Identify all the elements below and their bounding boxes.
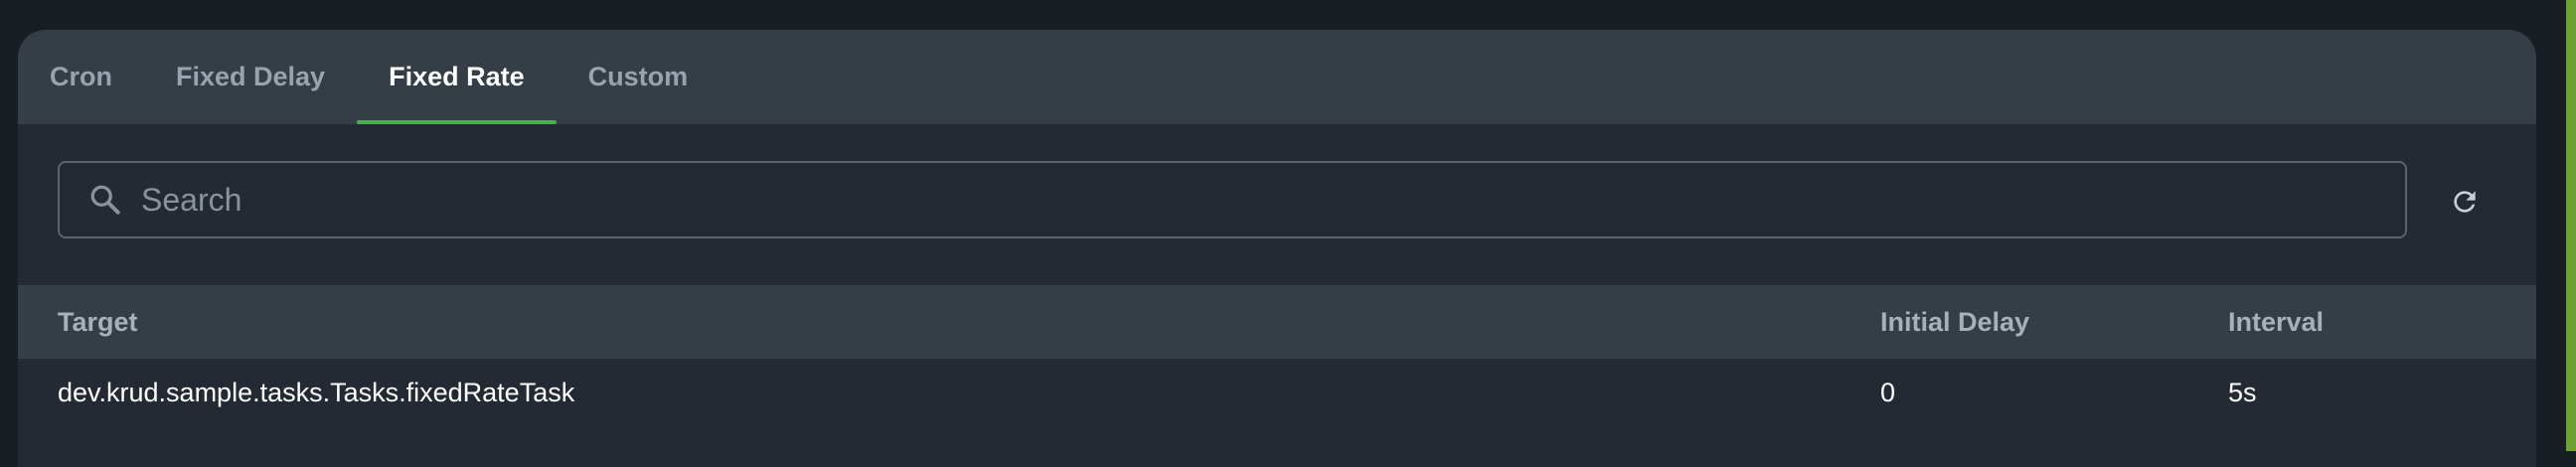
refresh-button[interactable] xyxy=(2441,178,2489,226)
column-header-interval[interactable]: Interval xyxy=(2228,285,2324,359)
refresh-icon xyxy=(2454,191,2476,213)
tab-fixed-rate[interactable]: Fixed Rate xyxy=(357,30,557,124)
column-header-initial-delay[interactable]: Initial Delay xyxy=(1880,285,2029,359)
target-cell: dev.krud.sample.tasks.Tasks.fixedRateTas… xyxy=(58,377,575,407)
tab-bar: Cron Fixed Delay Fixed Rate Custom xyxy=(18,30,2536,124)
tab-cron[interactable]: Cron xyxy=(50,30,112,124)
search-icon xyxy=(90,185,120,215)
tab-fixed-delay[interactable]: Fixed Delay xyxy=(176,30,325,124)
interval-cell: 5s xyxy=(2228,377,2257,407)
tab-custom[interactable]: Custom xyxy=(588,30,689,124)
scheduled-tasks-panel: Cron Fixed Delay Fixed Rate Custom Targe… xyxy=(18,30,2536,467)
column-header-target[interactable]: Target xyxy=(58,285,138,359)
search-box[interactable] xyxy=(58,161,2407,238)
search-row xyxy=(18,124,2536,285)
initial-delay-cell: 0 xyxy=(1880,377,1896,407)
table-row[interactable]: dev.krud.sample.tasks.Tasks.fixedRateTas… xyxy=(18,359,2536,426)
search-input[interactable] xyxy=(141,163,2405,236)
side-accent-bar xyxy=(2566,0,2576,451)
table-header: Target Initial Delay Interval xyxy=(18,285,2536,359)
